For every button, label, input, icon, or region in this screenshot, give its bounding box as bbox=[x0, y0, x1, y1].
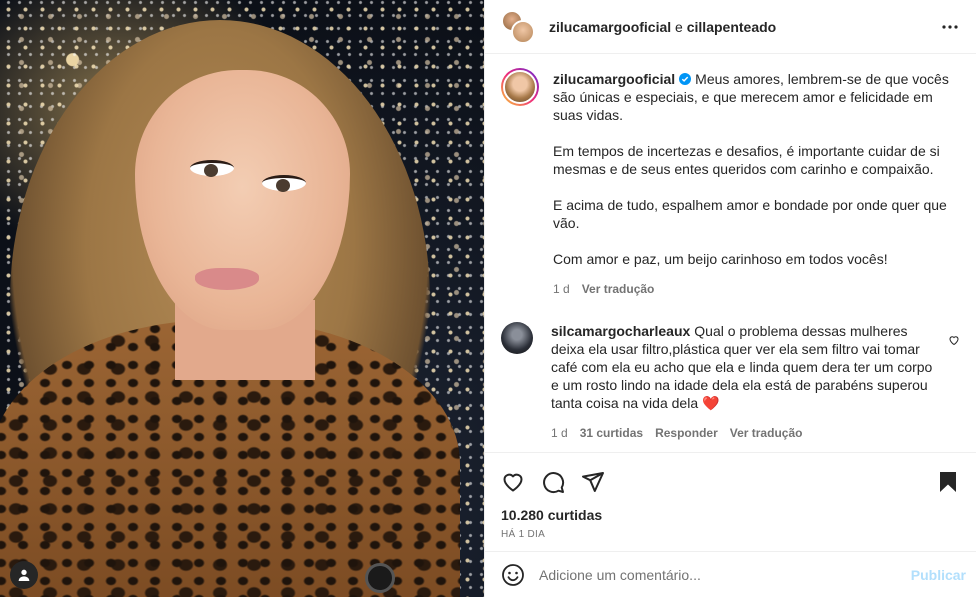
comment-item: silcamargocharleaux Qual o problema dessa… bbox=[501, 322, 960, 442]
photo-face bbox=[135, 70, 350, 330]
add-comment-bar: Publicar bbox=[485, 551, 976, 597]
reply-button[interactable]: Responder bbox=[655, 424, 718, 442]
save-bookmark-icon[interactable] bbox=[936, 470, 960, 494]
comment-time[interactable]: 1 d bbox=[551, 424, 568, 442]
caption-meta: 1 d Ver tradução bbox=[553, 280, 960, 298]
comment-username-link[interactable]: silcamargocharleaux bbox=[551, 323, 690, 339]
post-side-panel: zilucamargooficial e cillapenteado ziluc… bbox=[484, 0, 976, 597]
post-photo[interactable] bbox=[0, 0, 484, 597]
caption-paragraph: E acima de tudo, espalhem amor e bondade… bbox=[553, 197, 947, 231]
caption-time[interactable]: 1 d bbox=[553, 280, 570, 298]
caption-paragraph: Com amor e paz, um beijo carinhoso em to… bbox=[553, 251, 888, 267]
post-actions: 10.280 curtidas Há 1 dia bbox=[485, 452, 976, 540]
comment-translate-link[interactable]: Ver tradução bbox=[730, 424, 803, 442]
photo-lips bbox=[195, 268, 259, 290]
post-date[interactable]: Há 1 dia bbox=[501, 529, 960, 540]
photo-eye-left bbox=[190, 160, 234, 177]
tagged-users-button[interactable] bbox=[10, 561, 38, 589]
caption: zilucamargooficial Meus amores, lembrem-s… bbox=[501, 68, 960, 298]
comment-meta: 1 d 31 curtidas Responder Ver tradução bbox=[551, 424, 940, 442]
owner-username-link[interactable]: zilucamargooficial bbox=[549, 19, 671, 35]
authors-connector: e bbox=[671, 18, 687, 35]
avatar[interactable] bbox=[501, 68, 539, 106]
like-heart-icon[interactable] bbox=[501, 470, 525, 494]
caption-paragraph: Em tempos de incertezas e desafios, é im… bbox=[553, 143, 940, 177]
emoji-icon[interactable] bbox=[501, 563, 525, 587]
post-authors: zilucamargooficial e cillapenteado bbox=[549, 19, 938, 35]
photo-watch bbox=[365, 563, 395, 593]
comment-input[interactable] bbox=[539, 566, 903, 583]
post-comment-button[interactable]: Publicar bbox=[911, 567, 966, 583]
more-options-button[interactable] bbox=[938, 15, 962, 39]
collab-avatars[interactable] bbox=[501, 9, 535, 44]
share-paper-plane-icon[interactable] bbox=[581, 470, 605, 494]
comments-list[interactable]: zilucamargooficial Meus amores, lembrem-s… bbox=[485, 54, 976, 451]
comment-like-heart-icon[interactable] bbox=[948, 334, 960, 346]
comment-emoji: ❤️ bbox=[702, 395, 720, 411]
comment-bubble-icon[interactable] bbox=[541, 470, 565, 494]
caption-translate-link[interactable]: Ver tradução bbox=[582, 280, 655, 298]
photo-eye-right bbox=[262, 175, 306, 192]
post-header: zilucamargooficial e cillapenteado bbox=[485, 0, 976, 54]
avatar[interactable] bbox=[501, 322, 533, 354]
avatar[interactable] bbox=[511, 19, 535, 44]
more-horizontal-icon bbox=[942, 24, 958, 29]
verified-badge-icon bbox=[679, 73, 692, 85]
action-bar bbox=[501, 463, 960, 501]
user-icon bbox=[18, 569, 30, 581]
comment-likes-link[interactable]: 31 curtidas bbox=[580, 424, 643, 442]
likes-count[interactable]: 10.280 curtidas bbox=[501, 507, 960, 523]
collab-username-link[interactable]: cillapenteado bbox=[687, 19, 776, 35]
caption-username-link[interactable]: zilucamargooficial bbox=[553, 71, 675, 87]
